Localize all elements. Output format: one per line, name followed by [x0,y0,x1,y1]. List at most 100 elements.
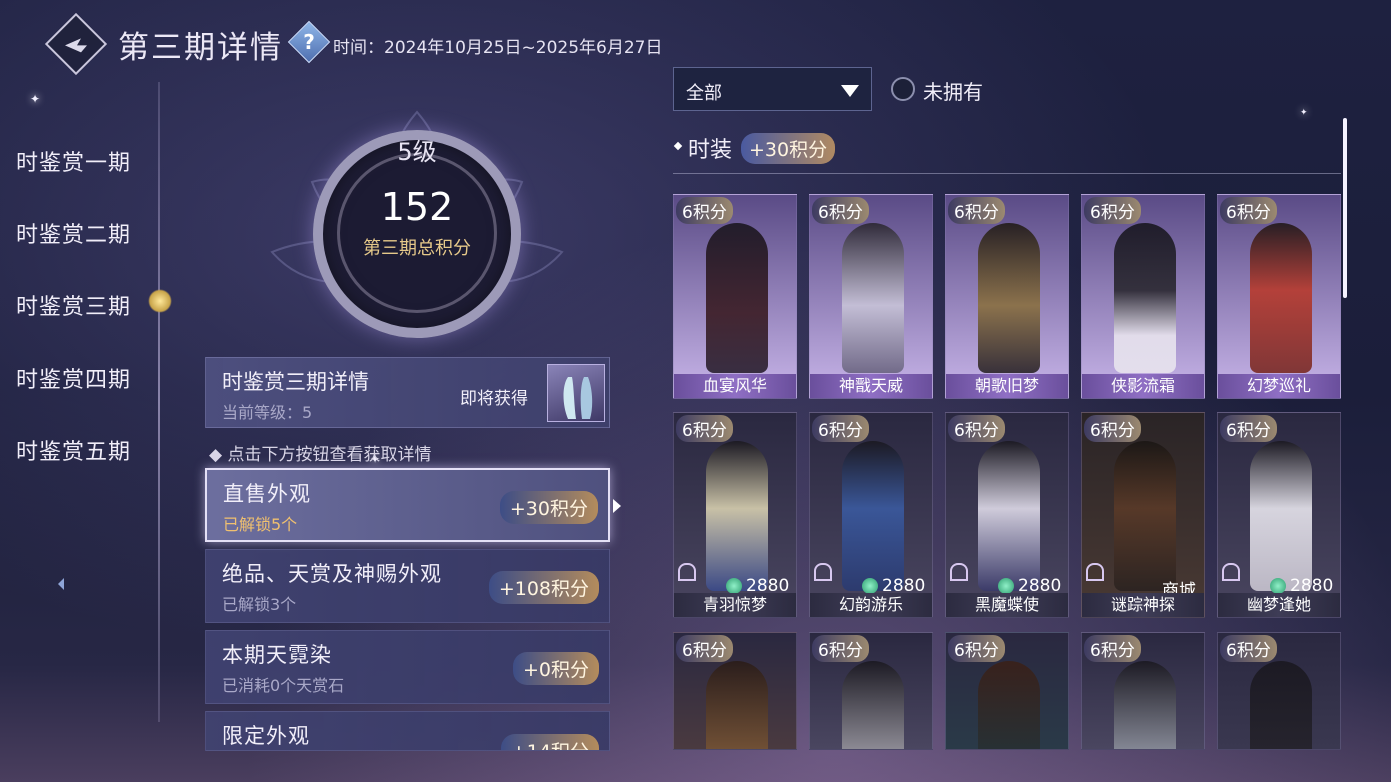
costume-name: 神戬天威 [810,374,932,398]
category-subtitle: 已解锁5个 [223,515,298,534]
costume-figure [842,661,904,749]
costume-card[interactable]: 6积分 2880 幻韵游乐 [809,412,933,618]
sidebar-item-period-4[interactable]: 时鉴赏四期 [16,362,131,394]
sidebar-item-period-3[interactable]: 时鉴赏三期 [16,289,131,321]
lock-icon [678,563,696,581]
sidebar-item-period-2[interactable]: 时鉴赏二期 [16,217,131,249]
costume-card[interactable]: 6积分 [1217,632,1341,750]
category-title: 直售外观 [223,482,311,506]
costume-name: 青羽惊梦 [674,593,796,617]
costume-card[interactable]: 6积分 2880 青羽惊梦 [673,412,797,618]
costume-figure [1250,223,1312,373]
sidebar-item-period-5[interactable]: 时鉴赏五期 [16,434,131,466]
category-direct-sale[interactable]: 直售外观 已解锁5个 +30积分 [205,468,610,542]
hint-label: 点击下方按钮查看获取详情 [227,445,432,465]
back-button[interactable] [44,12,108,76]
costume-name: 血宴风华 [674,374,796,398]
costume-card[interactable]: 6积分 [945,632,1069,750]
costume-points: 6积分 [948,635,1005,662]
category-limited[interactable]: 限定外观 +14积分 [205,711,610,751]
jade-coin-icon [998,578,1014,594]
costume-card[interactable]: 6积分 血宴风华 [673,194,797,399]
date-range: 时间：2024年10月25日~2025年6月27日 [333,38,663,58]
costume-card[interactable]: 6积分 [673,632,797,750]
costume-figure [1250,661,1312,749]
costume-figure [842,441,904,591]
sparkle-decoration: ✦ [1300,108,1308,118]
costume-name: 谜踪神探 [1082,593,1204,617]
costume-card[interactable]: 6积分 朝歌旧梦 [945,194,1069,399]
costume-points: 6积分 [1084,197,1141,224]
costume-card[interactable]: 6积分 [809,632,933,750]
costume-figure [1250,441,1312,591]
category-points-badge: +30积分 [499,491,598,524]
total-score: 152 [380,185,454,229]
costume-figure [706,661,768,749]
costume-figure [978,223,1040,373]
costume-points: 6积分 [812,197,869,224]
lock-icon [814,563,832,581]
category-title: 绝品、天赏及神赐外观 [222,562,442,586]
costume-card[interactable]: 6积分 [1081,632,1205,750]
chevron-down-icon [841,85,859,97]
level-text: 5级 [397,138,437,166]
page-title: 第三期详情 [118,30,283,66]
sidebar-item-period-1[interactable]: 时鉴赏一期 [16,145,131,177]
category-dye[interactable]: 本期天霓染 已消耗0个天赏石 +0积分 [205,630,610,704]
upcoming-reward-label: 即将获得 [460,389,528,409]
costume-points: 6积分 [812,635,869,662]
back-arrow-icon [65,38,87,53]
current-level: 当前等级：5 [222,403,313,422]
costume-card[interactable]: 6积分 侠影流霜 [1081,194,1205,399]
costume-points: 6积分 [812,415,869,442]
lock-icon [950,563,968,581]
costume-figure [1114,223,1176,373]
not-owned-radio[interactable] [891,77,915,101]
jade-coin-icon [726,578,742,594]
category-subtitle: 已解锁3个 [222,595,297,614]
costume-pair-icon [563,377,593,419]
costume-points: 6积分 [676,197,733,224]
costume-figure [978,661,1040,749]
lock-icon [1086,563,1104,581]
filter-selected: 全部 [686,83,722,104]
sparkle-decoration: ✦ [30,92,41,106]
category-premium[interactable]: 绝品、天赏及神赐外观 已解锁3个 +108积分 [205,549,610,623]
section-divider [673,173,1341,174]
costume-name: 朝歌旧梦 [946,374,1068,398]
costume-name: 黑魔蝶使 [946,593,1068,617]
category-subtitle: 已消耗0个天赏石 [222,676,345,695]
category-points-badge: +108积分 [488,571,599,604]
type-filter-dropdown[interactable]: 全部 [673,67,872,111]
help-icon[interactable]: ? [287,20,331,64]
costume-figure [706,223,768,373]
scroll-left-icon[interactable] [58,578,64,590]
costume-name: 幻梦巡礼 [1218,374,1340,398]
grid-scrollbar[interactable] [1343,118,1347,298]
costume-points: 6积分 [1220,415,1277,442]
costume-points: 6积分 [676,635,733,662]
not-owned-label[interactable]: 未拥有 [923,76,983,105]
active-category-pointer-icon [613,499,621,513]
costume-figure [706,441,768,591]
costume-card[interactable]: 6积分 商城 谜踪神探 [1081,412,1205,618]
costume-figure [1114,441,1176,591]
costume-card[interactable]: 6积分 幻梦巡礼 [1217,194,1341,399]
costume-name: 幽梦逢她 [1218,593,1340,617]
costume-figure [842,223,904,373]
costume-points: 6积分 [1084,635,1141,662]
costume-points: 6积分 [1084,415,1141,442]
costume-card[interactable]: 6积分 2880 黑魔蝶使 [945,412,1069,618]
costume-card[interactable]: 6积分 神戬天威 [809,194,933,399]
jade-coin-icon [1270,578,1286,594]
section-bullet-icon [673,141,683,151]
category-title: 本期天霓染 [222,643,332,667]
sidebar-divider [158,82,160,722]
jade-coin-icon [862,578,878,594]
costume-card[interactable]: 6积分 2880 幽梦逢她 [1217,412,1341,618]
reward-thumbnail[interactable] [547,364,605,422]
period-detail-card[interactable]: 时鉴赏三期详情 当前等级：5 即将获得 [205,357,610,428]
costume-figure [1114,661,1176,749]
costume-name: 幻韵游乐 [810,593,932,617]
hint-text: ◆ 点击下方按钮查看获取详情 [209,445,432,465]
